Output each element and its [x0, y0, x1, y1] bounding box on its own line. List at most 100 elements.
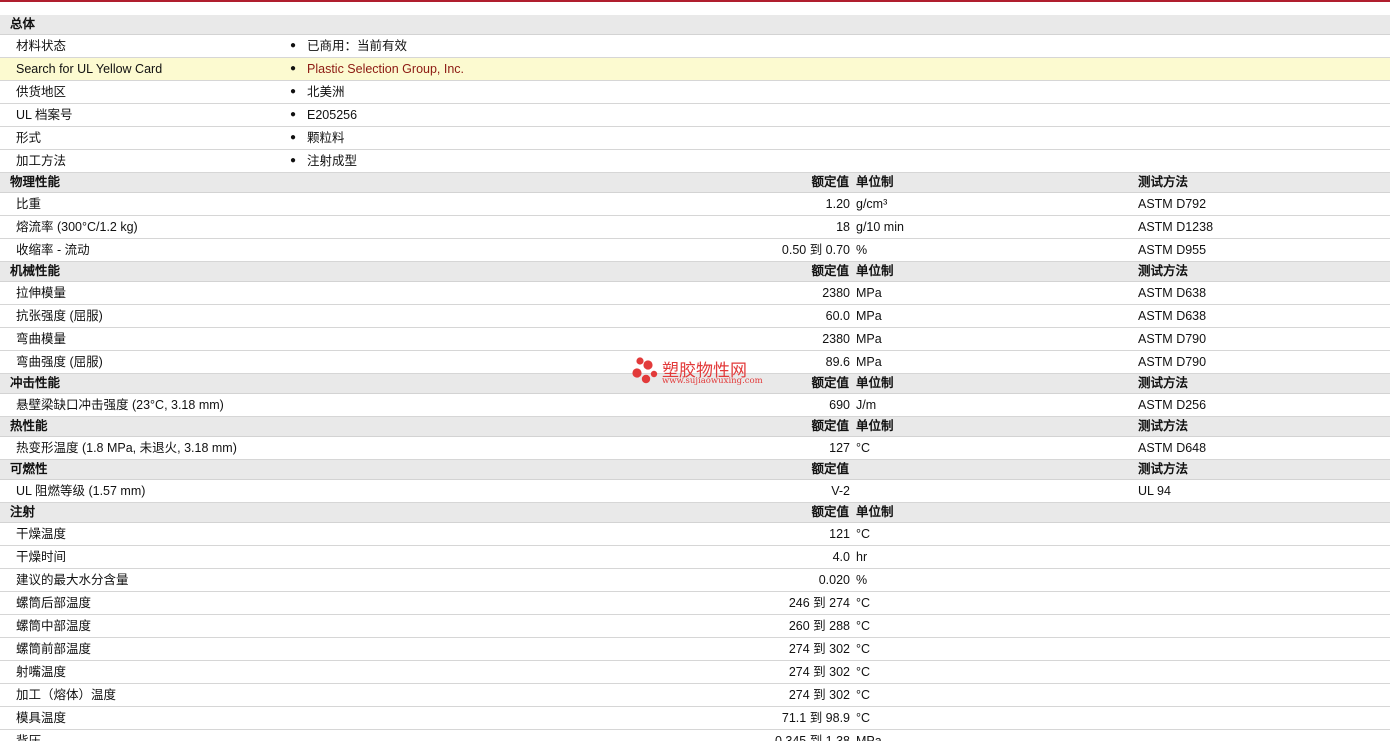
- property-row: 射嘴温度 274 到 302 °C: [0, 661, 1390, 684]
- section-header: 注射 额定值 单位制: [0, 503, 1390, 523]
- section-title: 冲击性能: [10, 376, 61, 390]
- bullet-icon: ●: [290, 109, 297, 120]
- section-title: 物理性能: [10, 175, 61, 189]
- property-test-method: UL 94: [1138, 484, 1171, 498]
- property-value: V-2: [831, 484, 850, 498]
- general-row-label: UL 档案号: [16, 108, 73, 122]
- column-header-unit: 单位制: [856, 264, 894, 278]
- bullet-icon: ●: [290, 63, 297, 74]
- property-label: 收缩率 - 流动: [16, 243, 90, 257]
- property-test-method: ASTM D638: [1138, 309, 1207, 323]
- property-row: 热变形温度 (1.8 MPa, 未退火, 3.18 mm) 127 °C ASTM D…: [0, 437, 1390, 460]
- property-row: 比重 1.20 g/cm³ ASTM D792: [0, 193, 1390, 216]
- property-value: 0.345 到 1.38: [774, 734, 850, 741]
- property-row: 悬壁梁缺口冲击强度 (23°C, 3.18 mm) 690 J/m ASTM D256: [0, 394, 1390, 417]
- property-unit: °C: [856, 688, 871, 702]
- property-value: 246 到 274: [788, 596, 850, 610]
- top-spacer: [0, 2, 1390, 15]
- property-unit: MPa: [856, 332, 882, 346]
- general-row-label: 形式: [16, 131, 42, 145]
- property-unit: %: [856, 243, 868, 257]
- property-section: 物理性能 额定值 单位制 测试方法 比重 1.20 g/cm³ ASTM D792 熔流率 (3…: [0, 173, 1390, 262]
- general-row: 供货地区 ● 北美洲: [0, 81, 1390, 104]
- property-test-method: ASTM D955: [1138, 243, 1207, 257]
- property-value: 18: [836, 220, 850, 234]
- property-label: 干燥时间: [16, 550, 67, 564]
- property-value: 121: [829, 527, 850, 541]
- column-header-method: 测试方法: [1138, 462, 1189, 476]
- column-header-nominal: 额定值: [811, 462, 849, 476]
- general-row: 加工方法 ● 注射成型: [0, 150, 1390, 173]
- property-value: 89.6: [825, 355, 850, 369]
- property-unit: MPa: [856, 309, 882, 323]
- property-label: 弯曲强度 (屈服): [16, 355, 103, 369]
- property-value: 690: [829, 398, 850, 412]
- column-header-nominal: 额定值: [811, 175, 849, 189]
- property-test-method: ASTM D792: [1138, 197, 1207, 211]
- property-label: 拉伸模量: [16, 286, 67, 300]
- property-value: 127: [829, 441, 850, 455]
- general-row-label: 材料状态: [16, 39, 67, 53]
- property-label: 悬壁梁缺口冲击强度 (23°C, 3.18 mm): [16, 398, 224, 412]
- column-header-unit: 单位制: [856, 376, 894, 390]
- property-unit: %: [856, 573, 868, 587]
- property-unit: g/cm³: [856, 197, 888, 211]
- ul-yellow-card-link[interactable]: Plastic Selection Group, Inc.: [307, 58, 464, 80]
- section-title: 机械性能: [10, 264, 61, 278]
- property-unit: g/10 min: [856, 220, 904, 234]
- property-row: 干燥温度 121 °C: [0, 523, 1390, 546]
- property-value: 4.0: [832, 550, 850, 564]
- bullet-icon: ●: [290, 86, 297, 97]
- property-value: 274 到 302: [788, 665, 850, 679]
- property-sections: 物理性能 额定值 单位制 测试方法 比重 1.20 g/cm³ ASTM D792 熔流率 (3…: [0, 173, 1390, 741]
- property-value: 274 到 302: [788, 688, 850, 702]
- property-unit: MPa: [856, 734, 882, 741]
- property-value: 274 到 302: [788, 642, 850, 656]
- property-unit: °C: [856, 527, 871, 541]
- property-row: 螺筒中部温度 260 到 288 °C: [0, 615, 1390, 638]
- property-value: 2380: [822, 332, 850, 346]
- column-header-method: 测试方法: [1138, 376, 1189, 390]
- column-header-unit: 单位制: [856, 175, 894, 189]
- column-header-nominal: 额定值: [811, 505, 849, 519]
- property-value: 71.1 到 98.9: [781, 711, 850, 725]
- section-title: 总体: [10, 17, 36, 31]
- property-test-method: ASTM D648: [1138, 441, 1207, 455]
- section-title: 热性能: [10, 419, 48, 433]
- property-label: 熔流率 (300°C/1.2 kg): [16, 220, 138, 234]
- property-test-method: ASTM D638: [1138, 286, 1207, 300]
- property-row: 螺筒后部温度 246 到 274 °C: [0, 592, 1390, 615]
- property-row: 熔流率 (300°C/1.2 kg) 18 g/10 min ASTM D1238: [0, 216, 1390, 239]
- general-row-value: 注射成型: [307, 154, 358, 168]
- column-header-unit: 单位制: [856, 505, 894, 519]
- property-test-method: ASTM D1238: [1138, 220, 1214, 234]
- general-row-label[interactable]: Search for UL Yellow Card: [16, 58, 162, 80]
- property-row: 弯曲模量 2380 MPa ASTM D790: [0, 328, 1390, 351]
- section-header-general: 总体: [0, 15, 1390, 35]
- property-value: 2380: [822, 286, 850, 300]
- property-row: 加工（熔体）温度 274 到 302 °C: [0, 684, 1390, 707]
- general-row-value: E205256: [307, 108, 358, 122]
- property-row: 模具温度 71.1 到 98.9 °C: [0, 707, 1390, 730]
- column-header-nominal: 额定值: [811, 264, 849, 278]
- property-label: 加工（熔体）温度: [16, 688, 117, 702]
- property-value: 1.20: [825, 197, 850, 211]
- general-row-value: 已商用：当前有效: [307, 39, 408, 53]
- watermark-url: www.sujiaowuxing.com: [662, 376, 763, 386]
- general-row: 形式 ● 颗粒料: [0, 127, 1390, 150]
- property-row: UL 阻燃等级 (1.57 mm) V-2 UL 94: [0, 480, 1390, 503]
- column-header-nominal: 额定值: [811, 376, 849, 390]
- column-header-method: 测试方法: [1138, 419, 1189, 433]
- property-value: 60.0: [825, 309, 850, 323]
- property-label: 弯曲模量: [16, 332, 67, 346]
- datasheet-page: 总体 材料状态 ● 已商用：当前有效 Search for UL Yellow Car…: [0, 0, 1390, 741]
- column-header-unit: 单位制: [856, 419, 894, 433]
- section-header: 物理性能 额定值 单位制 测试方法: [0, 173, 1390, 193]
- column-header-method: 测试方法: [1138, 175, 1189, 189]
- property-unit: hr: [856, 550, 868, 564]
- property-label: 螺筒中部温度: [16, 619, 92, 633]
- ul-yellow-card-row[interactable]: Search for UL Yellow Card ● Plastic Select…: [0, 58, 1390, 81]
- property-unit: °C: [856, 665, 871, 679]
- property-value: 0.50 到 0.70: [781, 243, 850, 257]
- property-unit: °C: [856, 441, 871, 455]
